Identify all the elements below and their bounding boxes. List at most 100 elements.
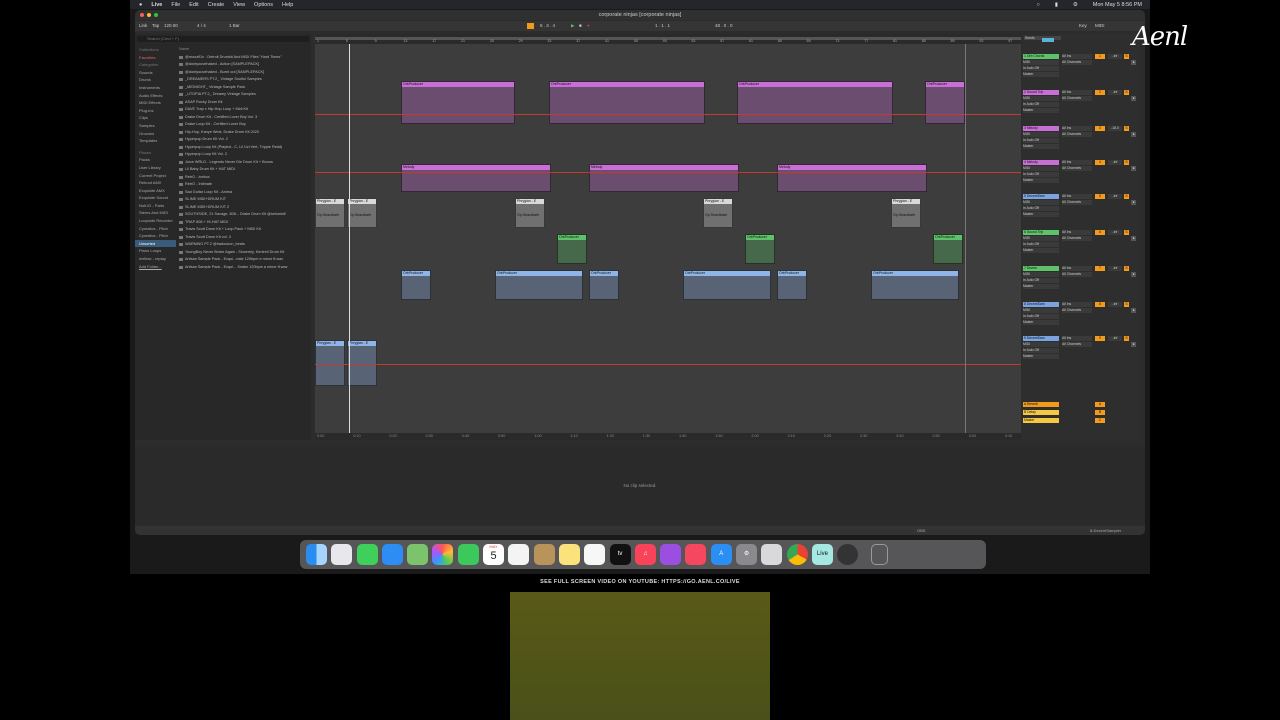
return-track-name[interactable]: A Reverb (1023, 402, 1059, 407)
solo-button[interactable]: S (1124, 126, 1129, 131)
sidebar-item-place[interactable]: Current Project (135, 172, 176, 180)
track-volume-field[interactable]: -inf (1108, 194, 1122, 199)
browser-file-item[interactable]: Hyperpop Drum Kit Vol. 2 (177, 136, 307, 144)
close-window-icon[interactable] (140, 13, 144, 17)
automation-line[interactable] (315, 114, 1021, 115)
calendar-icon[interactable]: MAY 5 (483, 544, 505, 565)
sidebar-item-audio-effects[interactable]: Audio Effects (135, 92, 176, 100)
monitor-switch[interactable]: In Auto Off (1023, 172, 1059, 177)
system-settings-icon[interactable]: ⚙ (736, 544, 758, 565)
browser-file-item[interactable]: WARNING PT.2 @hadoukon_beats (177, 241, 307, 249)
monitor-switch[interactable]: In Auto Off (1023, 102, 1059, 107)
name-column-header[interactable]: Name (177, 46, 307, 54)
arrangement-clip[interactable]: Phrygian - E Op Deactivate (347, 198, 377, 228)
monitor-switch[interactable]: In Auto Off (1023, 314, 1059, 319)
track-name-button[interactable]: 9 DecentSam (1023, 336, 1059, 341)
browser-search-input[interactable]: Search (Cmd + F) (137, 36, 309, 42)
link-button[interactable]: Link (139, 23, 147, 28)
arrangement-clip[interactable]: Phrygian - E Op Deactivate (515, 198, 545, 228)
loop-start-field[interactable]: 1 . 1 . 1 (655, 23, 670, 28)
time-signature-field[interactable]: 4 / 4 (197, 23, 206, 28)
menubar-clock[interactable]: Mon May 5 8:56 PM (1093, 2, 1142, 8)
arrangement-clip[interactable]: Melody (589, 164, 739, 192)
solo-button[interactable]: S (1124, 194, 1129, 199)
track-activator-button[interactable]: 7 (1095, 266, 1105, 271)
sidebar-item-drums[interactable]: Drums (135, 76, 176, 84)
notes-icon[interactable] (558, 544, 580, 565)
arrangement-clip[interactable]: OrbProducer (495, 270, 583, 300)
browser-file-item[interactable]: Drake Drum Kit - Certified Lover Boy Vol… (177, 114, 307, 122)
sidebar-item-place[interactable]: Loopside Recorder (135, 217, 176, 225)
menu-app-live[interactable]: Live (151, 2, 162, 8)
track-name-button[interactable]: 7 Drums (1023, 266, 1059, 271)
sidebar-item-place[interactable]: Exquisite AMX (135, 187, 176, 195)
solo-button[interactable]: S (1124, 266, 1129, 271)
input-channel-menu[interactable]: All Channels (1062, 236, 1092, 241)
track-name-button[interactable]: 2 Sound Trip (1023, 90, 1059, 95)
midi-map-button[interactable]: MIDI (1095, 23, 1105, 28)
arrangement-view[interactable]: 1 5 9 13 17 21 25 29 33 37 41 45 49 53 57 61 65 69 73 77 81 8… (315, 34, 1021, 440)
track-input-menu[interactable]: All Ins (1062, 90, 1092, 95)
arrangement-track-lane[interactable] (315, 126, 1021, 161)
loop-end-marker[interactable] (965, 44, 966, 433)
arrangement-clip[interactable]: Phrygian - E Op Deactivate (703, 198, 733, 228)
browser-file-item[interactable]: @dontyouvehaked - Action [SAMPLEPACK] (177, 61, 307, 69)
return-activator[interactable]: A (1095, 402, 1105, 407)
track-name-button[interactable]: 6 Sound Trip (1023, 230, 1059, 235)
news-icon[interactable] (685, 544, 707, 565)
track-input-menu[interactable]: All Ins (1062, 302, 1092, 307)
track-output-menu[interactable]: Master (1023, 212, 1059, 217)
arrangement-clip[interactable]: Phrygian - E Op Deactivate (891, 198, 921, 228)
arm-button[interactable]: ● (1131, 236, 1136, 241)
arrangement-clip[interactable]: OrbProducer (549, 81, 705, 124)
input-channel-menu[interactable]: All Channels (1062, 96, 1092, 101)
input-channel-menu[interactable]: All Channels (1062, 342, 1092, 347)
arrangement-clip[interactable]: OrbProducer (871, 270, 959, 300)
input-channel-menu[interactable]: All Channels (1062, 272, 1092, 277)
track-volume-field[interactable]: -inf (1108, 160, 1122, 165)
solo-button[interactable]: S (1124, 54, 1129, 59)
arrangement-clip[interactable]: OrbProducer (589, 270, 619, 300)
browser-file-item[interactable]: Sad Guitar Loop Kit - Anima (177, 189, 307, 197)
track-activator-button[interactable]: 3 (1095, 126, 1105, 131)
browser-file-item[interactable]: Hip-Hop, Kanye West, Drake Drum Kit 2020 (177, 129, 307, 137)
track-name-button[interactable]: 8 DecentSam (1023, 302, 1059, 307)
solo-button[interactable]: S (1124, 90, 1129, 95)
arrangement-clip[interactable]: Melody (777, 164, 927, 192)
sidebar-item-place[interactable]: Cymatics - Pitch (135, 225, 176, 233)
arrangement-clip[interactable]: Phrygian - E Op Deactivate (315, 198, 345, 228)
track-input-menu[interactable]: All Ins (1062, 336, 1092, 341)
monitor-switch[interactable]: In Auto Off (1023, 348, 1059, 353)
browser-file-item[interactable]: Artisan Sample Pack - Exqui...nate 120bp… (177, 256, 307, 264)
browser-file-item[interactable]: _MIDNIGHT_ Vintage Sample Pack (177, 84, 307, 92)
browser-file-item[interactable]: RetrO - Intimate (177, 181, 307, 189)
solo-button[interactable]: S (1124, 336, 1129, 341)
track-output-menu[interactable]: Master (1023, 284, 1059, 289)
sidebar-item-clips[interactable]: Clips (135, 114, 176, 122)
sidebar-item-favorites[interactable]: Favorites (135, 54, 176, 62)
track-activator-button[interactable]: 1 (1095, 54, 1105, 59)
obs-icon[interactable] (837, 544, 859, 565)
track-input-menu[interactable]: All Ins (1062, 266, 1092, 271)
monitor-switch[interactable]: In Auto Off (1023, 66, 1059, 71)
monitor-switch[interactable]: In Auto Off (1023, 206, 1059, 211)
track-name-button[interactable]: 3 Melody (1023, 126, 1059, 131)
arrangement-clip[interactable]: OrbProducer (557, 234, 587, 264)
sidebar-item-place[interactable]: Exquisite Sound (135, 194, 176, 202)
arrangement-clip[interactable]: OrbProducer (745, 234, 775, 264)
apple-menu-icon[interactable]: ● (139, 2, 142, 8)
track-volume-field[interactable]: -inf (1108, 90, 1122, 95)
return-track-name[interactable]: Master (1023, 418, 1059, 423)
arm-button[interactable]: ● (1131, 342, 1136, 347)
browser-file-item[interactable]: DAVE Trap x Hip-Hop Loop + Midi Kit (177, 106, 307, 114)
chrome-icon[interactable] (786, 544, 808, 565)
track-volume-field[interactable]: -inf (1108, 336, 1122, 341)
wifi-icon[interactable]: ○ (1036, 2, 1039, 8)
music-icon[interactable]: ♫ (634, 544, 656, 565)
key-map-button[interactable]: Key (1079, 23, 1087, 28)
quantize-menu[interactable]: 1 Bar (229, 23, 240, 28)
mail-icon[interactable] (381, 544, 403, 565)
automation-line[interactable] (315, 172, 1021, 173)
record-button[interactable]: ● (587, 23, 590, 28)
sidebar-item-place[interactable]: Reboot AMX (135, 179, 176, 187)
